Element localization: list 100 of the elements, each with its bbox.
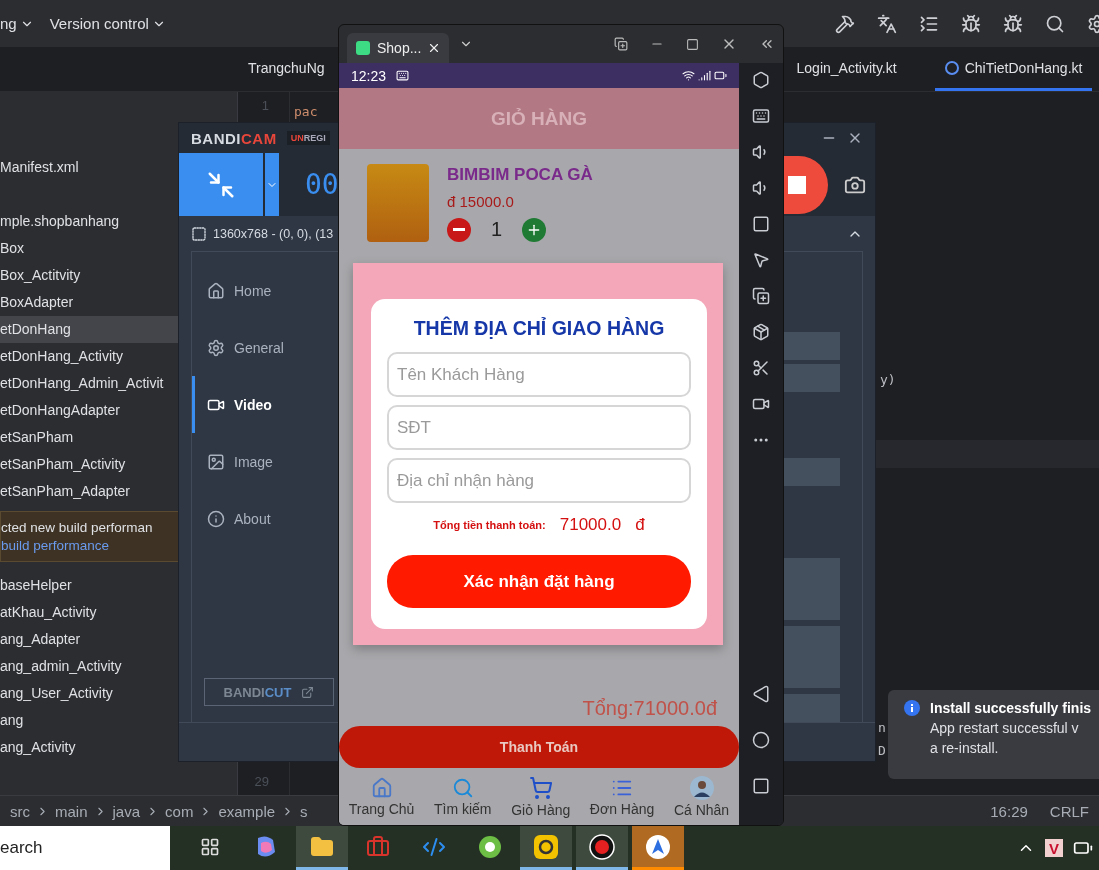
checkout-button[interactable]: Thanh Toán [339, 726, 739, 768]
breadcrumb[interactable]: src [10, 802, 30, 820]
tree-item[interactable]: etDonHang_Activity [0, 343, 123, 370]
option-block [782, 626, 840, 689]
breadcrumb[interactable]: s [300, 802, 308, 820]
option-block [782, 364, 840, 393]
tree-item[interactable]: Box [0, 235, 25, 262]
input-field[interactable]: SĐT [387, 405, 691, 450]
nav-tab[interactable]: Trang Chủ [348, 800, 415, 817]
banner-link[interactable]: build performance [1, 538, 110, 553]
pointer-icon[interactable] [752, 251, 770, 269]
tree-item[interactable]: etDonHang [0, 316, 178, 343]
breadcrumb[interactable]: com [165, 802, 194, 820]
toolbox-icon [366, 834, 390, 859]
nav-item[interactable]: General [192, 319, 340, 377]
nav-tab[interactable]: Tìm kiếm [434, 800, 492, 817]
cart-total: Tổng:71000.0đ [581, 697, 718, 720]
tray-app-icon[interactable]: V [1045, 839, 1063, 857]
avatar-icon [689, 775, 714, 800]
window-icon[interactable] [614, 37, 628, 51]
cart-icon [528, 775, 553, 800]
tree-item[interactable]: Manifest.xml [0, 154, 79, 181]
nav-tab[interactable]: Cá Nhân [673, 801, 730, 818]
total-value: 71000.0 [559, 515, 622, 535]
search-icon [451, 776, 474, 799]
image-icon [207, 452, 225, 471]
tree-item[interactable]: etSanPham [0, 424, 74, 451]
nav-item[interactable]: Image [192, 433, 340, 491]
toast-text: a re-install. [930, 740, 1000, 756]
code-text: pac [294, 104, 318, 119]
tree-item[interactable]: ang_admin_Activity [0, 653, 122, 680]
quantity: 1 [491, 218, 503, 241]
back-icon[interactable] [752, 685, 770, 703]
stop-icon [788, 175, 806, 194]
capture-mode-button[interactable] [179, 153, 263, 217]
tree-item[interactable]: ang_Adapter [0, 626, 81, 653]
editor-tab[interactable]: TrangchuNg [238, 47, 335, 91]
tree-item[interactable]: ang [0, 707, 24, 734]
menu-item[interactable]: ng [0, 15, 34, 32]
app-icon [532, 832, 560, 861]
product-name: BIMBIM POCA GÀ [447, 164, 593, 185]
search-icon[interactable] [1045, 13, 1065, 34]
apk-icon[interactable] [752, 323, 770, 341]
hexagon-icon[interactable] [752, 71, 770, 89]
decrease-button[interactable] [447, 217, 471, 242]
build-icon[interactable] [835, 13, 855, 34]
taskbar-app[interactable] [520, 826, 572, 870]
minus-icon [453, 228, 465, 231]
nav-item[interactable]: About [192, 490, 340, 548]
breadcrumb[interactable]: java [112, 802, 141, 820]
tree-item[interactable]: etSanPham_Activity [0, 451, 126, 478]
toast-text: App restart successful v [930, 720, 1080, 736]
nav-item[interactable]: Home [192, 262, 340, 320]
bug-icon[interactable] [961, 13, 981, 34]
home-icon[interactable] [752, 731, 770, 749]
product-price: đ 15000.0 [447, 192, 515, 210]
stop-button[interactable] [782, 155, 828, 214]
breadcrumb[interactable]: example [218, 802, 276, 820]
menu-item[interactable]: Version control [49, 15, 166, 32]
editor-tab[interactable]: Login_Activity.kt [786, 47, 907, 91]
tree-item[interactable]: etSanPham_Adapter [0, 478, 130, 505]
tree-item[interactable]: Box_Actitvity [0, 262, 81, 289]
scissors-icon[interactable] [752, 359, 770, 377]
add-window-icon[interactable] [752, 287, 770, 305]
list-icon[interactable] [919, 13, 939, 34]
app-logo: BANDICAM [191, 129, 277, 147]
input-field[interactable]: Địa chỉ nhận hàng [387, 458, 691, 503]
search-field[interactable]: earch [0, 826, 170, 870]
resolution-text: 1360x768 - (0, 0), (13 [213, 226, 334, 241]
info-icon [207, 509, 225, 528]
translate-icon[interactable] [877, 13, 897, 34]
keyboard-icon[interactable] [752, 107, 770, 125]
battery-icon [714, 69, 727, 82]
breadcrumb[interactable]: main [55, 802, 88, 820]
confirm-order-button[interactable]: Xác nhận đặt hàng [387, 555, 691, 608]
house-icon [370, 776, 393, 799]
window-tab[interactable]: Shop... [347, 33, 450, 63]
signal-icon [698, 69, 711, 82]
tree-item[interactable]: ang_User_Activity [0, 680, 113, 707]
app-icon [645, 833, 671, 860]
nav-tab[interactable]: Đơn Hàng [589, 800, 655, 817]
nav-tab[interactable]: Giỏ Hàng [511, 801, 571, 818]
overview-icon[interactable] [752, 777, 770, 795]
maximize-icon[interactable] [686, 37, 699, 51]
increase-button[interactable] [522, 217, 547, 242]
file-icon [944, 60, 959, 75]
option-block [782, 558, 840, 621]
tree-item[interactable]: mple.shopbanhang [0, 208, 120, 235]
input-field[interactable]: Tên Khách Hàng [387, 352, 691, 397]
screen-icon[interactable] [752, 215, 770, 233]
tree-item[interactable]: atKhau_Activity [0, 599, 97, 626]
tree-item[interactable]: baseHelper [0, 572, 72, 599]
tree-item[interactable]: etDonHangAdapter [0, 397, 120, 424]
tree-item[interactable]: BoxAdapter [0, 289, 74, 316]
editor-tab[interactable]: ChiTietDonHang.kt [934, 47, 1093, 91]
taskbar-app[interactable] [576, 826, 628, 870]
bandicut-button[interactable]: BANDICUT [204, 678, 334, 707]
tree-item[interactable]: etDonHang_Admin_Activit [0, 370, 164, 397]
debug-icon[interactable] [1003, 13, 1023, 34]
tree-item[interactable]: ang_Activity [0, 734, 76, 761]
